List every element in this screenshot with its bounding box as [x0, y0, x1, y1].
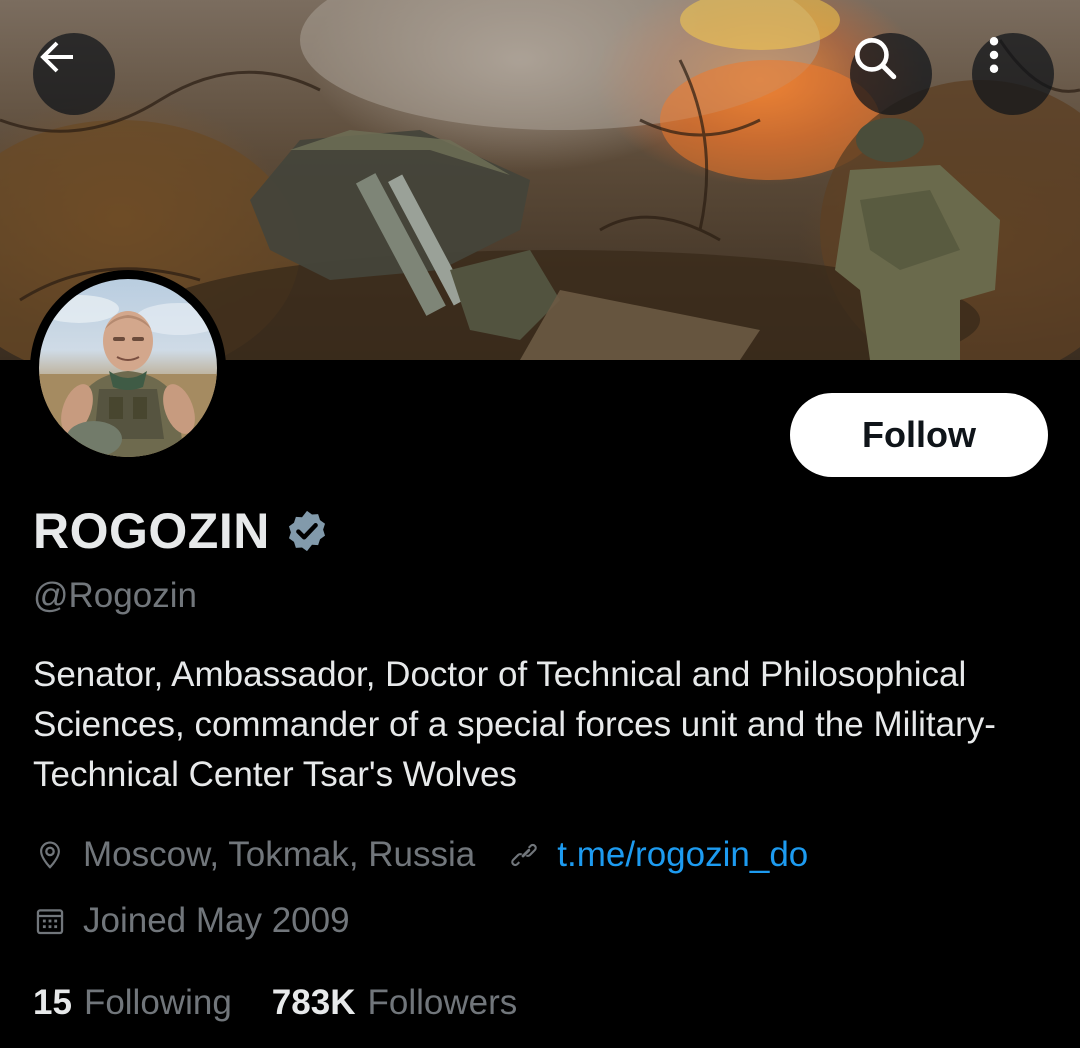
follow-button-label: Follow	[862, 414, 976, 455]
followers-label: Followers	[367, 983, 518, 1022]
calendar-icon	[36, 909, 64, 935]
follow-stats: 15 Following 783K Followers	[33, 980, 517, 1026]
location-pin-icon	[40, 841, 60, 869]
name-row: ROGOZIN	[33, 502, 330, 560]
more-vertical-icon	[989, 37, 999, 73]
verified-badge-icon[interactable]	[284, 508, 330, 554]
back-arrow-icon	[40, 41, 73, 73]
joined-row: Joined May 2009	[33, 898, 350, 944]
website-link[interactable]: t.me/rogozin_do	[557, 835, 808, 875]
profile-page: Follow ROGOZIN @Rogozin Senator, Ambassa…	[0, 0, 1080, 1048]
follow-button[interactable]: Follow	[790, 393, 1048, 477]
avatar-photo	[39, 279, 217, 457]
following-stat[interactable]: 15 Following	[33, 983, 232, 1023]
profile-avatar[interactable]	[30, 270, 226, 466]
link-icon	[511, 843, 538, 867]
back-button[interactable]	[33, 33, 115, 115]
following-label: Following	[83, 983, 232, 1022]
display-name: ROGOZIN	[33, 503, 270, 559]
location-item: Moscow, Tokmak, Russia	[33, 835, 475, 875]
followers-count: 783K	[271, 983, 356, 1022]
website-item[interactable]: t.me/rogozin_do	[507, 835, 808, 875]
joined-item: Joined May 2009	[33, 901, 350, 941]
followers-stat[interactable]: 783K Followers	[272, 983, 517, 1023]
following-count: 15	[33, 983, 72, 1022]
location-text: Moscow, Tokmak, Russia	[83, 835, 476, 874]
search-button[interactable]	[850, 33, 932, 115]
profile-meta-row: Moscow, Tokmak, Russia t.me/rogozin_do	[33, 832, 808, 878]
joined-text: Joined May 2009	[83, 901, 350, 940]
profile-bio: Senator, Ambassador, Doctor of Technical…	[33, 655, 996, 794]
more-options-button[interactable]	[972, 33, 1054, 115]
user-handle: @Rogozin	[33, 576, 197, 615]
search-icon	[855, 38, 897, 80]
